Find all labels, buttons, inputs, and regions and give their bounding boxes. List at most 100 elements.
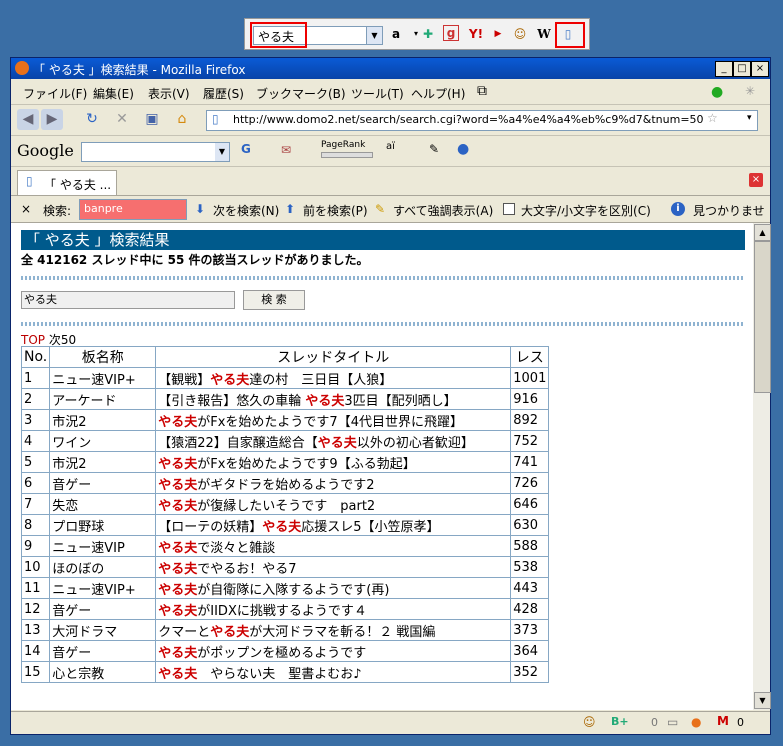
row-title-hl: やる夫 [158, 540, 198, 556]
scroll-up-icon[interactable]: ▲ [754, 224, 771, 241]
row-title-link[interactable]: クマーとやる夫が大河ドラマを斬る！２ 戦国編 [155, 619, 512, 641]
minimize-icon[interactable]: _ [715, 61, 733, 77]
row-title-hl: やる夫 [158, 561, 198, 577]
amazon-icon[interactable]: a [387, 25, 405, 43]
row-title-hl: やる夫 [305, 393, 345, 409]
row-title-post: で淡々と雑談 [197, 540, 276, 556]
table-row: 8 プロ野球 【ローテの妖精】やる夫応援スレ5【小笠原孝】 630 [20, 514, 550, 536]
goo-icon[interactable]: g [443, 25, 459, 41]
close-icon[interactable]: × [751, 61, 769, 77]
row-title-link[interactable]: やる夫がギタドラを始めるようです2 [155, 472, 512, 494]
table-row: 3 市況2 やる夫がFxを始めたようです7【4代目世界に飛躍】 892 [20, 409, 550, 431]
next-link[interactable]: 次50 [49, 333, 76, 347]
find-close-icon[interactable]: × [21, 202, 31, 216]
bookmark-page-icon[interactable]: ▣ [141, 109, 163, 130]
firefox-addon-icon[interactable]: ● [691, 715, 701, 729]
table-row: 13 大河ドラマ クマーとやる夫が大河ドラマを斬る！２ 戦国編 373 [20, 619, 550, 641]
row-title-pre: 【引き報告】悠久の車輪 [158, 393, 306, 409]
forward-button[interactable]: ▶ [41, 109, 63, 130]
menu-view[interactable]: 表示(V) [148, 85, 190, 102]
row-title-link[interactable]: やる夫がFxを始めたようです9【ふる勃起】 [155, 451, 512, 473]
row-no: 7 [20, 493, 51, 515]
search-button[interactable]: 検 索 [243, 290, 305, 310]
row-title-link[interactable]: 【猿酒22】自家醸造総合【やる夫以外の初心者歓迎】 [155, 430, 512, 452]
row-title-hl: やる夫 [317, 435, 357, 451]
find-next-button[interactable]: 次を検索(N) [213, 202, 279, 219]
row-title-link[interactable]: 【ローテの妖精】やる夫応援スレ5【小笠原孝】 [155, 514, 512, 536]
reload-icon[interactable]: ↻ [81, 109, 103, 130]
cat-icon[interactable]: ☺ [511, 25, 529, 43]
browser-window: 「 やる夫 」検索結果 - Mozilla Firefox _ □ × ファイル… [10, 57, 771, 735]
floating-search-toolbar: やる夫 ▼ a ▾ ✚ g Y! ▶ ☺ W ▯ [244, 18, 590, 50]
query-input[interactable]: やる夫 [21, 291, 235, 309]
back-button[interactable]: ◀ [17, 109, 39, 130]
pagerank-label: PageRank [321, 140, 366, 150]
blocker-icon[interactable]: ✉ [281, 143, 291, 157]
youtube-icon[interactable]: ▶ [489, 25, 507, 43]
row-title-link[interactable]: やる夫がIIDXに挑戦するようです４ [155, 598, 512, 620]
row-title-hl: やる夫 [158, 603, 198, 619]
globe-icon[interactable]: ● [457, 141, 469, 157]
google-logo[interactable]: Google [17, 141, 74, 160]
maximize-icon[interactable]: □ [733, 61, 751, 77]
row-title-link[interactable]: やる夫 やらない夫 聖書よむお♪ [155, 661, 512, 683]
google-icon[interactable]: ✚ [419, 25, 437, 43]
match-case-label: 大文字/小文字を区別(C) [521, 204, 651, 218]
row-title-link[interactable]: やる夫が自衛隊に入隊するようです(再) [155, 577, 512, 599]
row-board: 失恋 [49, 493, 157, 515]
comment-icon[interactable]: ▭ [667, 715, 678, 729]
wikipedia-icon[interactable]: W [535, 25, 553, 43]
row-title-link[interactable]: 【引き報告】悠久の車輪 やる夫3匹目【配列晒し】 [155, 388, 512, 410]
header-no: No. [20, 346, 51, 368]
restore-icon[interactable]: ⧉ [477, 83, 487, 99]
row-title-link[interactable]: やる夫が復縁したいそうです part2 [155, 493, 512, 515]
cat-icon[interactable]: ☺ [583, 715, 596, 729]
top-link[interactable]: TOP [21, 333, 45, 347]
highlight-all-button[interactable]: すべて強調表示(A) [393, 202, 493, 219]
row-title-link[interactable]: やる夫で淡々と雑談 [155, 535, 512, 557]
url-bar[interactable]: ▯ http://www.domo2.net/search/search.cgi… [206, 110, 758, 131]
find-input[interactable]: banpre [79, 199, 187, 220]
find-status: 見つかりませ [693, 204, 765, 218]
vertical-scrollbar[interactable]: ▲ ▼ [753, 223, 771, 710]
url-dropdown-icon[interactable]: ▾ [747, 113, 752, 123]
tab-search-results[interactable]: ▯ 「 やる夫 ... [17, 170, 117, 195]
row-title-link[interactable]: やる夫がFxを始めたようです7【4代目世界に飛躍】 [155, 409, 512, 431]
scroll-down-icon[interactable]: ▼ [754, 692, 771, 709]
row-title-link[interactable]: 【観戦】やる夫達の村 三日目【人狼】 [155, 367, 512, 389]
menu-file[interactable]: ファイル(F) [23, 85, 87, 102]
close-tab-icon[interactable]: × [749, 173, 763, 187]
row-title-link[interactable]: やる夫でやるお！やる7 [155, 556, 512, 578]
translate-icon[interactable]: aï [386, 141, 395, 152]
star-icon[interactable]: ☆ [707, 111, 718, 125]
counter-1: 0 [651, 716, 658, 729]
pen-icon[interactable]: ✎ [429, 142, 439, 156]
addon-icon[interactable]: B+ [611, 715, 629, 728]
menu-bookmarks[interactable]: ブックマーク(B) [256, 85, 346, 102]
google-search-input[interactable]: ▼ [81, 142, 230, 162]
row-title-link[interactable]: やる夫がポップンを極めるようです [155, 640, 512, 662]
menu-edit[interactable]: 編集(E) [93, 85, 134, 102]
find-prev-button[interactable]: 前を検索(P) [303, 202, 368, 219]
stop-icon[interactable]: ✕ [111, 109, 133, 130]
tab-label: 「 やる夫 ... [44, 178, 112, 192]
menu-help[interactable]: ヘルプ(H) [411, 85, 465, 102]
google-g-icon[interactable]: G [241, 142, 251, 156]
gmail-icon[interactable]: M [717, 714, 729, 728]
menu-history[interactable]: 履歴(S) [203, 85, 244, 102]
chevron-down-icon[interactable]: ▼ [366, 27, 382, 44]
highlight-box [250, 22, 307, 48]
menu-tools[interactable]: ツール(T) [351, 85, 404, 102]
tab-page-icon: ▯ [26, 174, 33, 188]
row-no: 6 [20, 472, 51, 494]
scroll-thumb[interactable] [754, 241, 771, 393]
arrow-up-icon: ⬆ [285, 202, 296, 216]
match-case-checkbox[interactable] [503, 203, 515, 215]
table-header: No. 板名称 スレッドタイトル レス [20, 346, 550, 368]
chevron-down-icon[interactable]: ▼ [215, 143, 229, 161]
row-title-hl: やる夫 [262, 519, 302, 535]
status-dot-icon[interactable]: ● [711, 84, 723, 100]
home-icon[interactable]: ⌂ [171, 109, 193, 130]
row-title-hl: やる夫 [158, 498, 198, 514]
yahoo-icon[interactable]: Y! [467, 25, 485, 43]
